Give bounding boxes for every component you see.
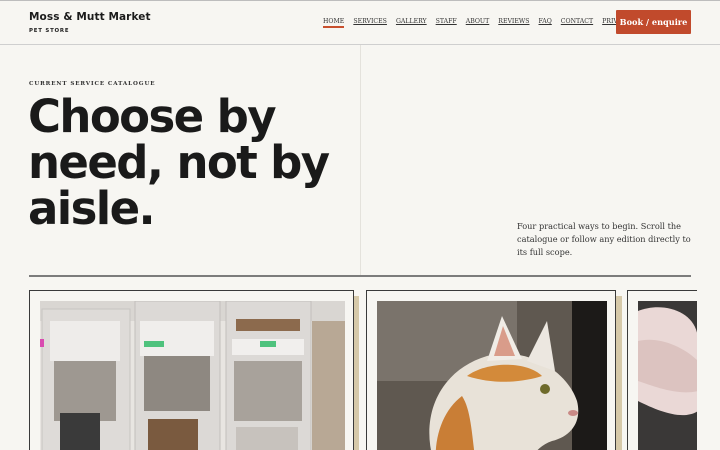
hero-eyebrow: CURRENT SERVICE CATALOGUE [29,81,156,87]
hero-divider [360,45,361,277]
brand-subtitle: PET STORE [29,28,70,34]
main-nav: HOME SERVICES GALLERY STAFF ABOUT REVIEW… [323,18,640,28]
hero-intro: Four practical ways to begin. Scroll the… [517,221,691,258]
card-shadow [354,296,359,450]
service-card[interactable] [366,290,616,450]
orange-white-cat-photo [377,301,607,450]
service-card[interactable] [29,290,354,450]
nav-link-services[interactable]: SERVICES [353,18,387,25]
nav-link-gallery[interactable]: GALLERY [396,18,427,25]
nav-link-contact[interactable]: CONTACT [561,18,593,25]
brand-logo[interactable]: Moss & Mutt Market PET STORE [29,11,151,34]
nav-link-faq[interactable]: FAQ [539,18,552,25]
nav-link-staff[interactable]: STAFF [436,18,457,25]
site-header: Moss & Mutt Market PET STORE HOME SERVIC… [0,1,720,45]
book-enquire-button[interactable]: Book / enquire [616,10,691,34]
hero-headline: Choose by need, not by aisle. [28,90,330,235]
brand-name: Moss & Mutt Market [29,11,151,23]
card-shadow [616,296,622,450]
nav-link-about[interactable]: ABOUT [466,18,490,25]
partial-pet-photo [638,301,697,450]
nav-link-home[interactable]: HOME [323,18,345,28]
nav-link-reviews[interactable]: REVIEWS [498,18,529,25]
pet-food-bins-photo [40,301,345,450]
service-card[interactable] [627,290,697,450]
section-rule [29,275,691,277]
